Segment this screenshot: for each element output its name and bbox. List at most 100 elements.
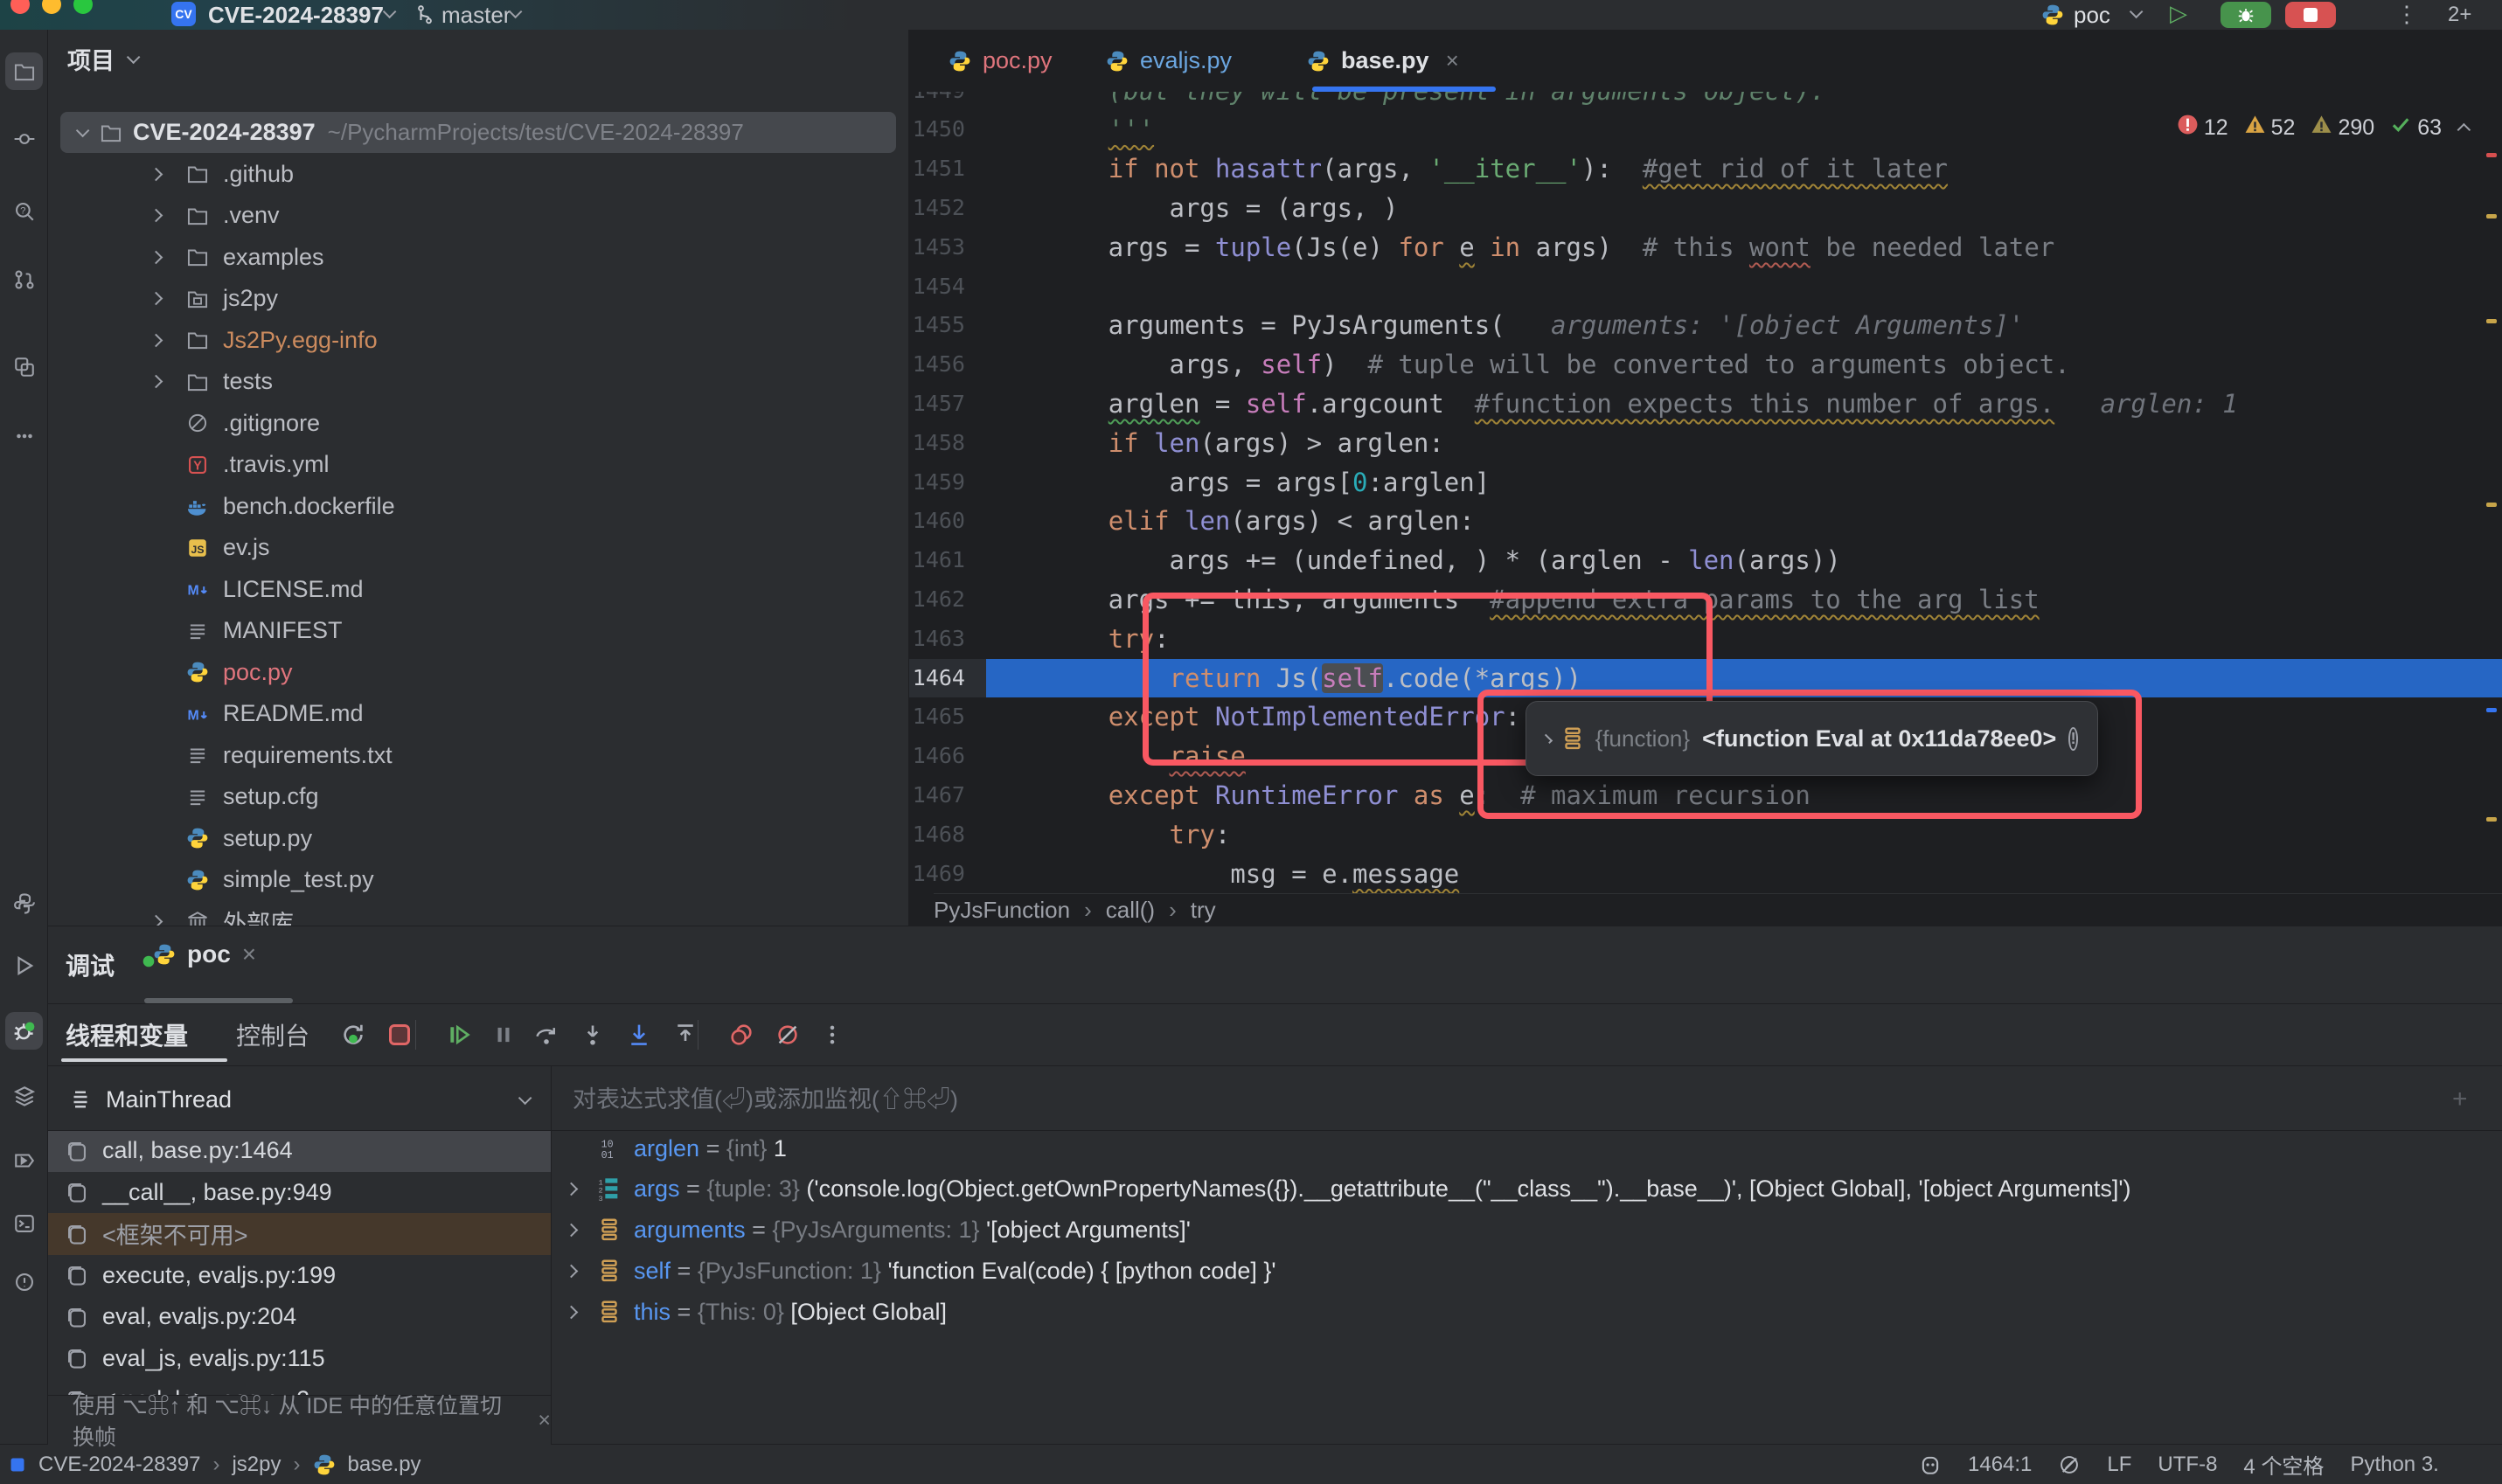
python-packages-icon[interactable]: ? — [5, 192, 43, 230]
ai-assistant-icon[interactable] — [1919, 1453, 1942, 1476]
expand-evaluate-icon[interactable]: + — [2452, 1085, 2468, 1114]
line-number[interactable]: 1469 — [909, 855, 986, 893]
variable-arguments[interactable]: arguments = {PyJsArguments: 1} '[object … — [551, 1210, 2502, 1250]
problems-icon[interactable] — [5, 1263, 43, 1300]
status-item[interactable]: 1464:1 — [1968, 1453, 2032, 1477]
evaluate-expression-input[interactable] — [573, 1086, 2391, 1113]
line-number[interactable]: 1452 — [909, 189, 986, 228]
code-line-1453[interactable]: 1453 args = tuple(Js(e) for e in args) #… — [909, 228, 2502, 267]
code-line-1468[interactable]: 1468 try: — [909, 815, 2502, 855]
tree-item-bench.dockerfile[interactable]: bench.dockerfile — [48, 486, 909, 528]
tree-item-.venv[interactable]: .venv — [48, 195, 909, 237]
stop-button[interactable] — [2285, 2, 2336, 28]
thread-selector[interactable]: MainThread — [48, 1069, 551, 1130]
terminal-icon[interactable] — [5, 1204, 43, 1242]
line-number[interactable]: 1457 — [909, 385, 986, 424]
chevron-right-icon[interactable] — [149, 914, 163, 926]
code-line-1460[interactable]: 1460 elif len(args) < arglen: — [909, 502, 2502, 541]
tree-item-.travis.yml[interactable]: Y.travis.yml — [48, 444, 909, 486]
chevron-right-icon[interactable] — [565, 1305, 579, 1319]
line-number[interactable]: 1460 — [909, 502, 986, 541]
chevron-up-icon[interactable] — [2457, 122, 2471, 136]
info-icon[interactable]: ! — [2068, 727, 2078, 751]
run-button[interactable]: ▷ — [2170, 0, 2187, 27]
line-number[interactable]: 1455 — [909, 306, 986, 345]
code-line-1451[interactable]: 1451 if not hasattr(args, '__iter__'): #… — [909, 149, 2502, 189]
breadcrumb-class[interactable]: PyJsFunction — [934, 897, 1070, 924]
close-icon[interactable]: × — [1446, 47, 1459, 74]
more-actions-button[interactable]: ⋮ — [2395, 1, 2418, 28]
commit-icon[interactable] — [5, 120, 43, 157]
chevron-down-icon[interactable] — [76, 124, 90, 138]
code-line-1452[interactable]: 1452 args = (args, ) — [909, 189, 2502, 228]
tree-item-.gitignore[interactable]: .gitignore — [48, 403, 909, 445]
project-folder-icon[interactable] — [5, 52, 43, 90]
run-tool-icon[interactable] — [5, 947, 43, 984]
chevron-right-icon[interactable] — [149, 375, 163, 389]
close-icon[interactable]: × — [538, 1408, 551, 1433]
line-number[interactable]: 1454 — [909, 267, 986, 307]
line-number[interactable]: 1462 — [909, 580, 986, 620]
tree-item-ev.js[interactable]: JSev.js — [48, 527, 909, 569]
vcs-changes-icon[interactable] — [5, 348, 43, 385]
status-item[interactable]: LF — [2107, 1453, 2131, 1477]
project-selector[interactable]: CVE-2024-28397 — [208, 0, 384, 30]
branch-selector[interactable]: master — [441, 0, 511, 30]
tree-item-examples[interactable]: examples — [48, 237, 909, 279]
breadcrumb-block[interactable]: try — [1191, 897, 1216, 924]
highlighting-off-icon[interactable] — [2058, 1453, 2081, 1476]
run-anything-icon[interactable] — [5, 1141, 43, 1179]
chevron-right-icon[interactable] — [565, 1182, 579, 1196]
code-line-1454[interactable]: 1454 — [909, 267, 2502, 307]
zoom-window-button[interactable] — [73, 0, 93, 14]
ok-badge[interactable]: 63 — [2390, 114, 2442, 142]
tab-evaljs-py[interactable]: evaljs.py — [1106, 30, 1232, 92]
status-item[interactable]: Python 3. — [2350, 1453, 2438, 1477]
variable-arglen[interactable]: 1001arglen = {int} 1 — [551, 1128, 2502, 1168]
chevron-right-icon[interactable] — [149, 333, 163, 347]
tab-poc-py[interactable]: poc.py — [949, 30, 1053, 92]
tree-item-js2py[interactable]: js2py — [48, 278, 909, 320]
editor-scrollbar[interactable] — [2486, 92, 2499, 893]
weak-warning-badge[interactable]: 290 — [2311, 114, 2374, 142]
collaboration-badge[interactable]: 2+ — [2448, 0, 2471, 30]
more-tool-windows-icon[interactable] — [5, 417, 43, 454]
frame-item[interactable]: execute, evaljs.py:199 — [48, 1255, 551, 1297]
line-number[interactable]: 1466 — [909, 737, 986, 776]
line-number[interactable]: 1468 — [909, 815, 986, 855]
status-package[interactable]: js2py — [232, 1453, 281, 1477]
tree-item-requirements.txt[interactable]: requirements.txt — [48, 735, 909, 777]
mute-breakpoints-icon[interactable] — [769, 1016, 806, 1053]
frame-item[interactable]: eval_js, evaljs.py:115 — [48, 1338, 551, 1380]
line-number[interactable]: 1461 — [909, 541, 986, 580]
chevron-right-icon[interactable] — [565, 1223, 579, 1237]
python-console-icon[interactable] — [5, 884, 43, 922]
code-line-1458[interactable]: 1458 if len(args) > arglen: — [909, 424, 2502, 463]
code-line-1461[interactable]: 1461 args += (undefined, ) * (arglen - l… — [909, 541, 2502, 580]
line-number[interactable]: 1459 — [909, 463, 986, 503]
tree-item-MANIFEST[interactable]: MANIFEST — [48, 610, 909, 652]
status-file[interactable]: base.py — [348, 1453, 421, 1477]
debug-tool-icon[interactable] — [5, 1012, 43, 1050]
tree-item-poc.py[interactable]: poc.py — [48, 652, 909, 694]
line-number[interactable]: 1465 — [909, 697, 986, 737]
line-number[interactable]: 1458 — [909, 424, 986, 463]
project-panel-header[interactable]: 项目 — [67, 42, 136, 76]
minimize-window-button[interactable] — [42, 0, 61, 14]
more-icon[interactable] — [814, 1016, 851, 1053]
warning-badge[interactable]: 52 — [2244, 114, 2296, 142]
line-number[interactable]: 1449 — [909, 92, 986, 110]
line-number[interactable]: 1450 — [909, 110, 986, 149]
force-step-into-icon[interactable] — [621, 1016, 657, 1053]
code-line-1449[interactable]: 1449 (but they will be present in argume… — [909, 92, 2502, 110]
inspections-widget[interactable]: 125229063 — [2168, 114, 2471, 142]
tree-item-LICENSE.md[interactable]: MLICENSE.md — [48, 569, 909, 611]
debug-button[interactable] — [2221, 2, 2271, 28]
services-icon[interactable] — [5, 1077, 43, 1114]
step-into-icon[interactable] — [574, 1016, 611, 1053]
chevron-right-icon[interactable] — [149, 292, 163, 306]
variable-self[interactable]: self = {PyJsFunction: 1} 'function Eval(… — [551, 1251, 2502, 1291]
line-number[interactable]: 1451 — [909, 149, 986, 189]
tree-item--[interactable]: 外部库 — [48, 901, 909, 926]
expand-icon[interactable] — [1543, 733, 1553, 743]
